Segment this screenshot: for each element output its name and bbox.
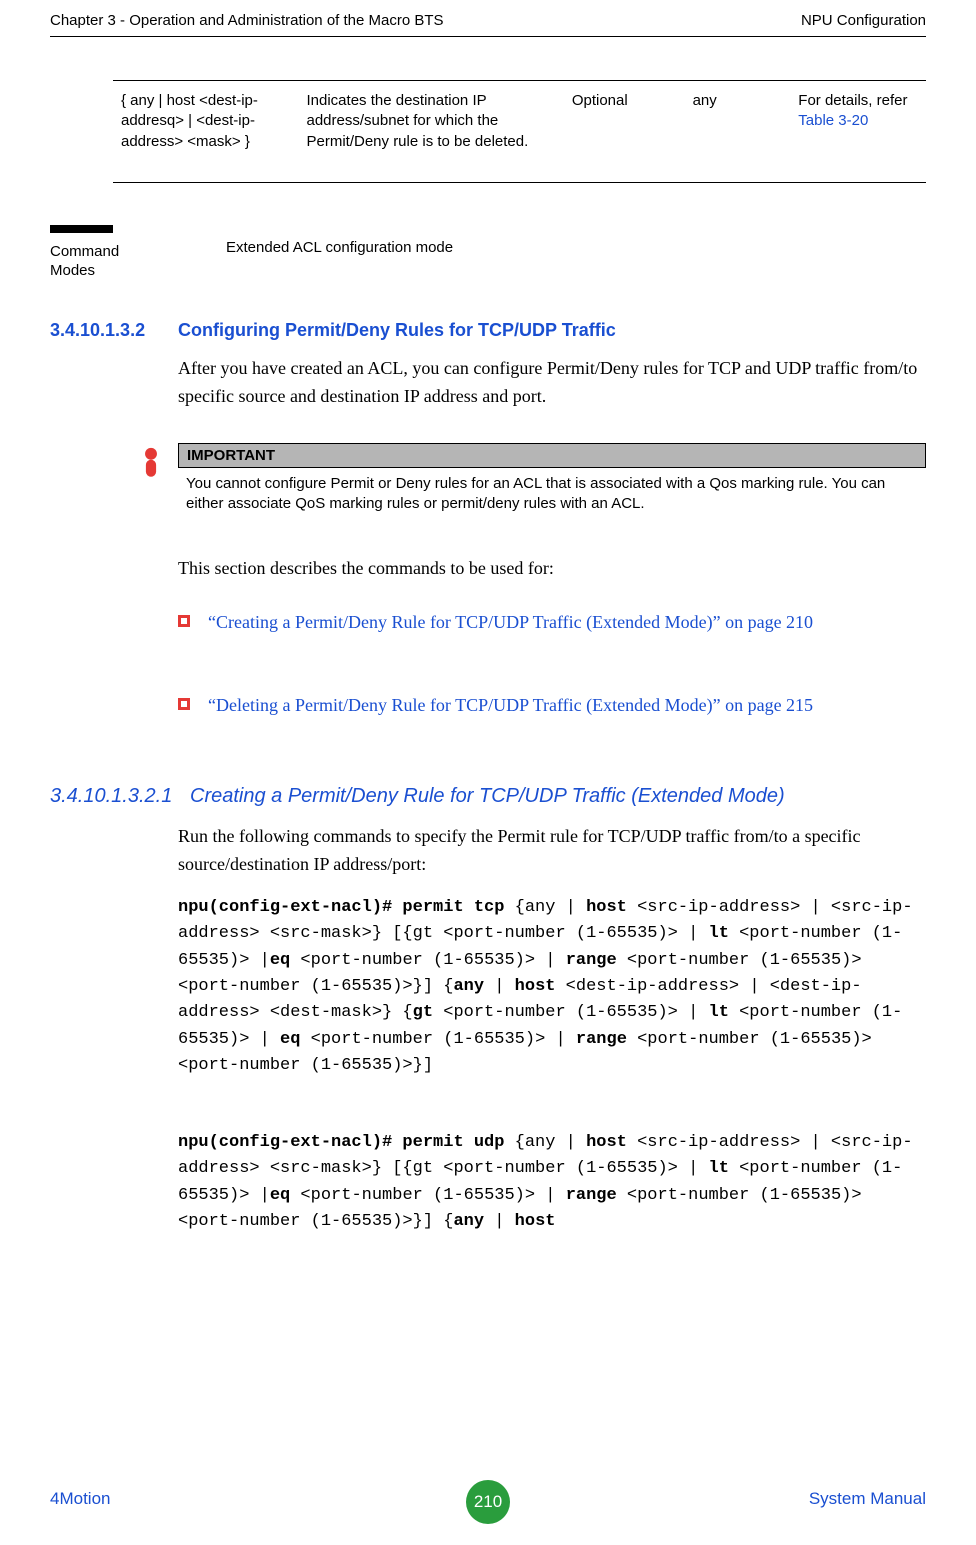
header-rule (50, 36, 926, 37)
important-title: IMPORTANT (178, 443, 926, 467)
code-text: | (484, 977, 515, 996)
code-block-tcp: npu(config-ext-nacl)# permit tcp {any | … (178, 895, 926, 1079)
cell-desc: Indicates the destination IP address/sub… (299, 81, 564, 183)
cell-param: { any | host <dest-ip-addresq> | <dest-i… (113, 81, 299, 183)
code-cmd: npu(config-ext-nacl)# permit tcp (178, 898, 515, 917)
code-kw: range (566, 1186, 617, 1205)
code-text: | (484, 1212, 515, 1231)
footer-manual: System Manual (809, 1489, 926, 1509)
command-modes-label: Command Modes (50, 243, 135, 281)
header-right: NPU Configuration (801, 12, 926, 29)
code-kw: lt (709, 924, 729, 943)
command-modes-value: Extended ACL configuration mode (226, 239, 453, 256)
paragraph: Run the following commands to specify th… (178, 823, 926, 879)
code-text: {any | (515, 1133, 586, 1152)
important-note: IMPORTANT You cannot configure Permit or… (178, 443, 926, 523)
code-text: {any | (515, 898, 586, 917)
section-number: 3.4.10.1.3.2 (50, 320, 145, 341)
section-title: Configuring Permit/Deny Rules for TCP/UD… (178, 320, 616, 341)
footer-brand: 4Motion (50, 1489, 110, 1509)
code-text: <port-number (1-65535)> | (290, 951, 565, 970)
command-modes-bar (50, 225, 113, 233)
cell-default: any (685, 81, 791, 183)
code-kw: range (566, 951, 617, 970)
table-row: { any | host <dest-ip-addresq> | <dest-i… (113, 81, 926, 183)
paragraph: After you have created an ACL, you can c… (178, 355, 926, 411)
code-kw: host (586, 898, 627, 917)
code-kw: host (515, 1212, 556, 1231)
xref-link[interactable]: “Creating a Permit/Deny Rule for TCP/UDP… (208, 609, 926, 637)
xref-link[interactable]: “Deleting a Permit/Deny Rule for TCP/UDP… (208, 692, 926, 720)
code-text: <port-number (1-65535)> | (290, 1186, 565, 1205)
subsection-number: 3.4.10.1.3.2.1 (50, 785, 172, 808)
important-icon (136, 447, 166, 481)
code-kw: host (586, 1133, 627, 1152)
code-text: <port-number (1-65535)> | (300, 1030, 575, 1049)
code-kw: eq (270, 1186, 290, 1205)
paragraph: This section describes the commands to b… (178, 555, 926, 583)
bullet-icon (178, 615, 190, 627)
table-ref-link[interactable]: Table 3-20 (798, 112, 868, 129)
subsection-title: Creating a Permit/Deny Rule for TCP/UDP … (190, 785, 785, 808)
code-text: <port-number (1-65535)> | (433, 1003, 708, 1022)
code-kw: gt (413, 1003, 433, 1022)
list-item: “Deleting a Permit/Deny Rule for TCP/UDP… (178, 692, 926, 720)
code-kw: range (576, 1030, 627, 1049)
code-kw: eq (270, 951, 290, 970)
page-number-badge: 210 (466, 1480, 510, 1524)
important-body: You cannot configure Permit or Deny rule… (178, 467, 926, 523)
cell-presence: Optional (564, 81, 685, 183)
code-kw: host (515, 977, 556, 996)
code-kw: any (453, 977, 484, 996)
header-left: Chapter 3 - Operation and Administration… (50, 12, 444, 29)
code-kw: lt (709, 1003, 729, 1022)
code-block-udp: npu(config-ext-nacl)# permit udp {any | … (178, 1130, 926, 1235)
code-kw: lt (709, 1159, 729, 1178)
code-cmd: npu(config-ext-nacl)# permit udp (178, 1133, 515, 1152)
code-kw: eq (280, 1030, 300, 1049)
ref-text: For details, refer (798, 92, 907, 109)
cell-ref: For details, refer Table 3-20 (790, 81, 926, 183)
command-modes-block: Command Modes Extended ACL configuration… (50, 225, 926, 281)
parameter-table: { any | host <dest-ip-addresq> | <dest-i… (113, 80, 926, 183)
bullet-icon (178, 698, 190, 710)
list-item: “Creating a Permit/Deny Rule for TCP/UDP… (178, 609, 926, 637)
code-kw: any (453, 1212, 484, 1231)
